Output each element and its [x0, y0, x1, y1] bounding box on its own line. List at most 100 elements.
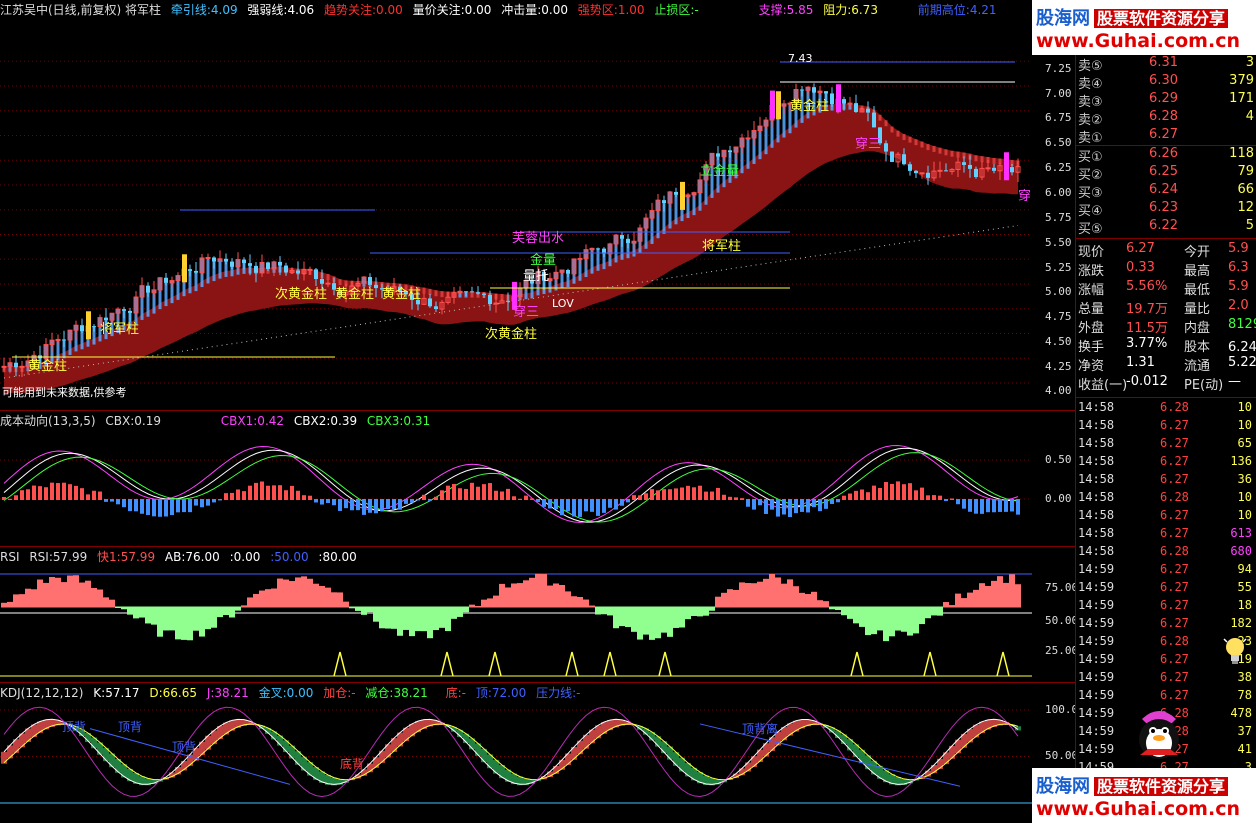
order-book-row[interactable]: 卖⑤ 6.31 3	[1078, 55, 1256, 74]
candle-body[interactable]	[824, 91, 828, 94]
order-book-row[interactable]: 买⑤ 6.22 5	[1078, 218, 1256, 237]
candle-body[interactable]	[242, 259, 246, 264]
candle-body[interactable]	[482, 293, 486, 295]
candle-body[interactable]	[914, 170, 918, 174]
order-book-row[interactable]: 买② 6.25 79	[1078, 164, 1256, 183]
candle-body[interactable]	[434, 306, 438, 310]
candle-body[interactable]	[962, 162, 966, 165]
candle-body[interactable]	[842, 99, 846, 104]
candle-body[interactable]	[122, 309, 126, 311]
candle-body[interactable]	[55, 338, 61, 341]
candle-body[interactable]	[662, 200, 666, 204]
candle-body[interactable]	[890, 151, 894, 162]
candle-body[interactable]	[19, 365, 25, 368]
highlight-candle[interactable]	[86, 311, 91, 340]
candle-body[interactable]	[493, 302, 499, 305]
candle-body[interactable]	[1, 365, 7, 368]
candle-body[interactable]	[926, 172, 930, 178]
candle-body[interactable]	[278, 261, 282, 266]
candle-body[interactable]	[92, 326, 96, 328]
highlight-candle[interactable]	[836, 84, 841, 113]
candle-body[interactable]	[620, 235, 624, 239]
candle-body[interactable]	[374, 284, 378, 289]
candle-body[interactable]	[937, 169, 943, 172]
candle-body[interactable]	[14, 362, 18, 368]
candle-body[interactable]	[325, 282, 331, 285]
candle-body[interactable]	[320, 279, 324, 284]
candle-body[interactable]	[902, 154, 906, 165]
candle-body[interactable]	[266, 262, 270, 269]
candle-body[interactable]	[985, 167, 991, 170]
candle-body[interactable]	[62, 339, 66, 341]
rsi-indicator-pane[interactable]: RSI RSI:57.99 快1:57.99 AB:76.00 :0.00 :5…	[0, 547, 1078, 683]
candle-body[interactable]	[974, 168, 978, 178]
main-chart-pane[interactable]: 黄金柱 将军柱 次黄金柱 黄金柱 黄金柱 次黄金柱 穿三 LOV 量托 金量 芙蓉出水 将军柱 立金量黄…	[0, 0, 1075, 411]
candle-body[interactable]	[968, 164, 972, 169]
candle-body[interactable]	[626, 238, 630, 244]
candle-body[interactable]	[488, 294, 492, 305]
candle-body[interactable]	[506, 300, 510, 302]
candle-body[interactable]	[908, 164, 912, 171]
highlight-candle[interactable]	[776, 91, 781, 120]
candle-body[interactable]	[254, 265, 258, 273]
candle-body[interactable]	[205, 256, 211, 259]
candle-body[interactable]	[314, 269, 318, 280]
candle-body[interactable]	[307, 268, 313, 271]
candle-body[interactable]	[104, 317, 108, 321]
candle-body[interactable]	[919, 172, 925, 175]
candle-body[interactable]	[230, 261, 234, 267]
order-book-row[interactable]: 买④ 6.23 12	[1078, 200, 1256, 219]
candle-body[interactable]	[428, 298, 432, 307]
candle-body[interactable]	[566, 270, 570, 274]
candle-body[interactable]	[212, 257, 216, 262]
candle-body[interactable]	[146, 285, 150, 293]
cbx-indicator-pane[interactable]: 成本动向(13,3,5) CBX:0.19 CBX1:0.42 CBX2:0.3…	[0, 411, 1075, 547]
candle-body[interactable]	[745, 137, 751, 140]
candle-body[interactable]	[80, 325, 84, 332]
candle-body[interactable]	[866, 108, 870, 113]
candle-body[interactable]	[854, 103, 858, 112]
candle-body[interactable]	[944, 170, 948, 172]
highlight-candle[interactable]	[1004, 152, 1009, 181]
order-book-row[interactable]: 卖② 6.28 4	[1078, 109, 1256, 128]
candlestick-chart[interactable]: 黄金柱将军柱次黄金柱 黄金柱 黄金柱次黄金柱穿三LOV量托金量芙蓉出水将军柱立金量黄…	[0, 0, 1075, 410]
candle-body[interactable]	[188, 269, 192, 271]
candle-body[interactable]	[224, 258, 228, 262]
candle-body[interactable]	[1010, 167, 1014, 173]
highlight-candle[interactable]	[182, 254, 187, 283]
candle-body[interactable]	[812, 87, 816, 93]
order-book-row[interactable]: 卖④ 6.30 379	[1078, 73, 1256, 92]
candle-body[interactable]	[674, 191, 678, 195]
candle-body[interactable]	[476, 292, 480, 294]
candle-body[interactable]	[464, 291, 468, 293]
candle-body[interactable]	[992, 167, 996, 171]
candle-body[interactable]	[470, 291, 474, 293]
candle-body[interactable]	[800, 89, 804, 91]
order-book-row[interactable]: 卖① 6.27	[1078, 127, 1256, 146]
candle-body[interactable]	[296, 270, 300, 274]
order-book-row[interactable]: 买① 6.26 118	[1078, 146, 1256, 165]
candle-body[interactable]	[368, 277, 372, 285]
penguin-mascot-icon[interactable]	[1130, 705, 1188, 763]
candle-body[interactable]	[164, 277, 168, 283]
candle-body[interactable]	[248, 263, 252, 266]
candle-body[interactable]	[884, 143, 888, 152]
rsi-chart[interactable]	[0, 547, 1075, 682]
candle-body[interactable]	[284, 265, 288, 273]
order-book-row[interactable]: 买③ 6.24 66	[1078, 182, 1256, 201]
kdj-indicator-pane[interactable]: 顶背 顶背 顶背 底背 顶背离 KDJ(12,12,12) K:57.17 D:66.6…	[0, 683, 1078, 823]
candle-body[interactable]	[194, 270, 198, 273]
highlight-candle[interactable]	[770, 90, 775, 119]
candle-body[interactable]	[577, 257, 583, 260]
candle-body[interactable]	[596, 248, 600, 250]
candle-body[interactable]	[830, 93, 834, 105]
candle-body[interactable]	[716, 153, 720, 157]
candle-body[interactable]	[128, 310, 132, 313]
order-book-row[interactable]: 卖③ 6.29 171	[1078, 91, 1256, 110]
highlight-candle[interactable]	[680, 181, 685, 210]
kdj-chart[interactable]: 顶背 顶背顶背底背顶背离	[0, 683, 1075, 823]
candle-body[interactable]	[847, 102, 853, 105]
cbx-chart[interactable]	[0, 411, 1075, 546]
lightbulb-icon[interactable]	[1222, 636, 1248, 666]
candle-body[interactable]	[728, 150, 732, 153]
